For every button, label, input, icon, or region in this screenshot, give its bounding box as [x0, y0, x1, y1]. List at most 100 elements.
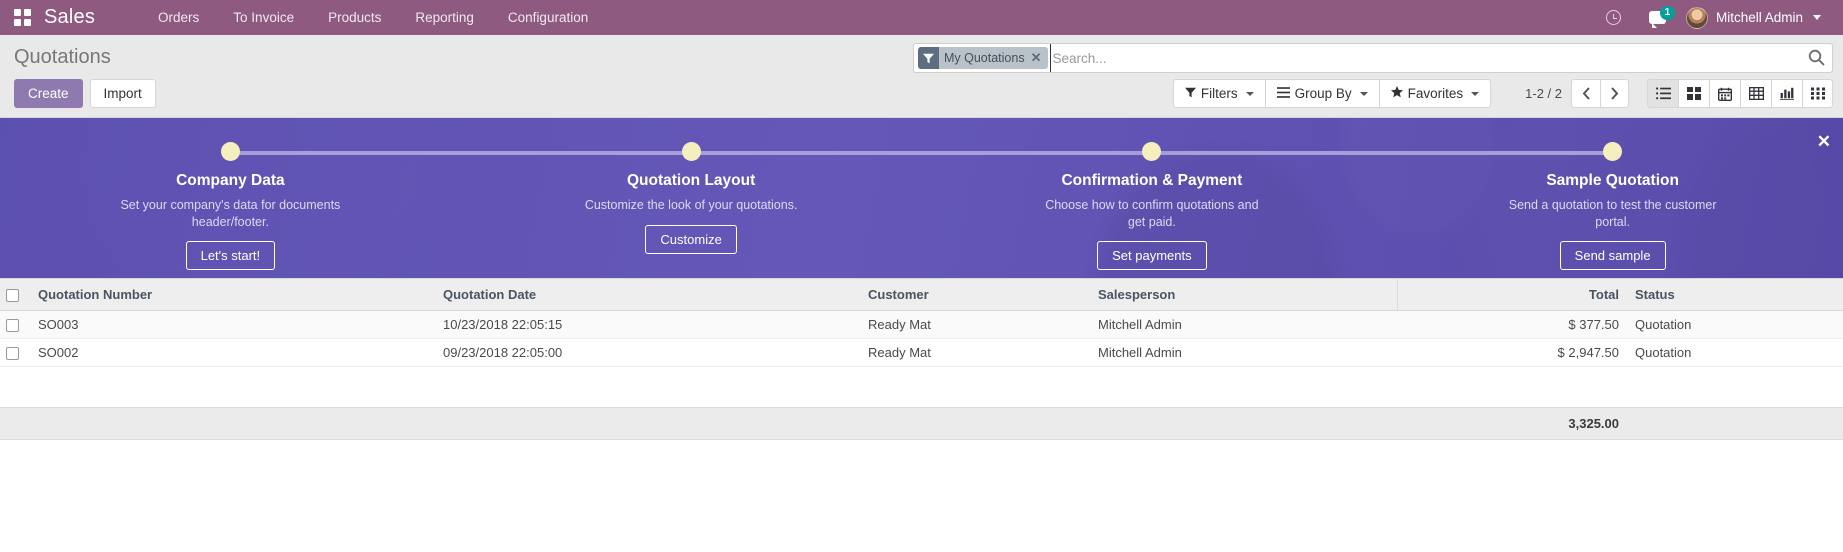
step-action-button-lets-start[interactable]: Let's start!	[185, 241, 276, 270]
onboarding-steps: Company Data Set your company's data for…	[0, 118, 1843, 278]
cell-quotation-number: SO002	[30, 338, 435, 368]
control-panel: Quotations My Quotations ✕ Create Import	[0, 35, 1843, 118]
row-checkbox[interactable]	[6, 319, 19, 333]
view-list-button[interactable]	[1647, 79, 1678, 108]
column-header-quotation-number[interactable]: Quotation Number	[30, 277, 435, 312]
top-navbar: Sales Orders To Invoice Products Reporti…	[0, 0, 1843, 35]
step-connector-line	[230, 150, 692, 155]
list-empty-space	[0, 367, 1843, 408]
menu-item-products[interactable]: Products	[311, 0, 398, 35]
step-description: Choose how to confirm quotations and get…	[1045, 198, 1259, 229]
menu-item-to-invoice[interactable]: To Invoice	[216, 0, 311, 35]
cell-salesperson: Mitchell Admin	[1090, 310, 1397, 340]
cell-status: Quotation	[1627, 338, 1843, 368]
close-icon[interactable]: ✕	[1028, 47, 1048, 69]
step-action-button-send-sample[interactable]: Send sample	[1559, 241, 1666, 270]
filters-label: Filters	[1200, 86, 1238, 101]
search-box[interactable]: My Quotations ✕	[913, 43, 1833, 73]
action-buttons: Create Import	[10, 79, 156, 108]
step-title: Company Data	[176, 172, 285, 189]
row-checkbox[interactable]	[6, 347, 19, 361]
step-connector-line	[1151, 150, 1613, 155]
view-switcher	[1647, 79, 1833, 108]
banner-close-icon[interactable]: ✕	[1817, 133, 1831, 150]
quotations-list: Quotation Number Quotation Date Customer…	[0, 277, 1843, 496]
menu-item-reporting[interactable]: Reporting	[398, 0, 491, 35]
app-brand-sales[interactable]: Sales	[44, 6, 95, 29]
navbar-right-tools: 1 Mitchell Admin	[1592, 0, 1831, 35]
favorites-label: Favorites	[1407, 86, 1464, 101]
filters-dropdown-button[interactable]: Filters	[1172, 79, 1265, 108]
page-bottom-space	[0, 440, 1843, 496]
onboarding-step-sample-quotation: Sample Quotation Send a quotation to tes…	[1382, 118, 1843, 278]
column-header-total[interactable]: Total	[1396, 277, 1627, 312]
column-header-status[interactable]: Status	[1627, 277, 1843, 312]
step-description: Send a quotation to test the customer po…	[1508, 198, 1717, 229]
cell-customer: Ready Mat	[860, 338, 1090, 368]
cell-customer: Ready Mat	[860, 310, 1090, 340]
search-input[interactable]	[1049, 44, 1802, 72]
column-header-salesperson[interactable]: Salesperson	[1090, 277, 1397, 312]
search-facet-label: My Quotations	[939, 47, 1029, 69]
favorites-dropdown-button[interactable]: Favorites	[1378, 79, 1492, 108]
clock-icon	[1605, 10, 1621, 25]
table-footer-row: 3,325.00	[0, 407, 1843, 441]
step-action-button-set-payments[interactable]: Set payments	[1097, 241, 1207, 270]
apps-grid-icon[interactable]	[14, 8, 32, 27]
cell-total: $ 2,947.50	[1397, 338, 1627, 368]
view-graph-button[interactable]	[1771, 79, 1802, 108]
step-title: Sample Quotation	[1546, 172, 1679, 189]
search-dropdowns: Filters Group By Favorites	[1172, 79, 1492, 108]
messages-count-badge: 1	[1659, 6, 1675, 20]
footer-spacer-4	[860, 407, 1090, 441]
step-dot-icon	[220, 142, 240, 161]
filter-icon	[1184, 85, 1196, 102]
step-title: Confirmation & Payment	[1061, 172, 1243, 189]
groupby-label: Group By	[1294, 86, 1352, 101]
view-kanban-button[interactable]	[1678, 79, 1709, 108]
table-row[interactable]: SO002 09/23/2018 22:05:00 Ready Mat Mitc…	[0, 338, 1843, 368]
chevron-down-icon	[1471, 91, 1480, 96]
filter-icon	[918, 47, 939, 69]
user-name-label: Mitchell Admin	[1715, 10, 1803, 25]
column-header-customer[interactable]: Customer	[860, 277, 1090, 312]
menu-item-orders[interactable]: Orders	[141, 0, 216, 35]
view-pivot-button[interactable]	[1740, 79, 1771, 108]
onboarding-step-company-data: Company Data Set your company's data for…	[0, 118, 692, 278]
view-activity-button[interactable]	[1802, 79, 1833, 108]
step-action-button-customize[interactable]: Customize	[645, 224, 737, 254]
breadcrumb[interactable]: Quotations	[10, 43, 111, 71]
activity-menu-button[interactable]	[1592, 0, 1635, 35]
create-button[interactable]: Create	[14, 79, 83, 108]
table-row[interactable]: SO003 10/23/2018 22:05:15 Ready Mat Mitc…	[0, 310, 1843, 340]
star-icon	[1390, 85, 1403, 102]
search-area: My Quotations ✕	[913, 43, 1833, 73]
menu-item-configuration[interactable]: Configuration	[491, 0, 605, 35]
pager-range: 1-2 / 2	[1525, 86, 1562, 101]
footer-total-sum: 3,325.00	[1397, 407, 1627, 441]
search-icon[interactable]	[1808, 49, 1825, 71]
step-dot-icon	[1603, 142, 1623, 161]
cell-salesperson: Mitchell Admin	[1090, 338, 1397, 368]
messaging-menu-button[interactable]: 1	[1635, 0, 1680, 35]
step-description: Set your company's data for documents he…	[120, 198, 341, 229]
main-menu: Orders To Invoice Products Reporting Con…	[141, 0, 605, 35]
step-description: Customize the look of your quotations.	[584, 198, 798, 212]
user-menu-button[interactable]: Mitchell Admin	[1680, 0, 1831, 35]
column-header-quotation-date[interactable]: Quotation Date	[435, 277, 860, 312]
cell-status: Quotation	[1627, 310, 1843, 340]
view-calendar-button[interactable]	[1709, 79, 1740, 108]
quotations-table: Quotation Number Quotation Date Customer…	[0, 277, 1843, 368]
select-all-checkbox[interactable]	[6, 289, 19, 303]
table-header-row: Quotation Number Quotation Date Customer…	[0, 277, 1843, 312]
pager: 1-2 / 2	[1525, 79, 1629, 108]
pager-next-button[interactable]	[1600, 79, 1629, 108]
import-button[interactable]: Import	[89, 79, 156, 108]
step-title: Quotation Layout	[626, 172, 756, 189]
onboarding-step-quotation-layout: Quotation Layout Customize the look of y…	[461, 118, 1152, 278]
chevron-down-icon	[1813, 15, 1821, 20]
search-facet-my-quotations[interactable]: My Quotations ✕	[918, 47, 1048, 69]
pager-previous-button[interactable]	[1571, 79, 1600, 108]
groupby-dropdown-button[interactable]: Group By	[1264, 79, 1379, 108]
cell-quotation-date: 09/23/2018 22:05:00	[435, 338, 860, 368]
